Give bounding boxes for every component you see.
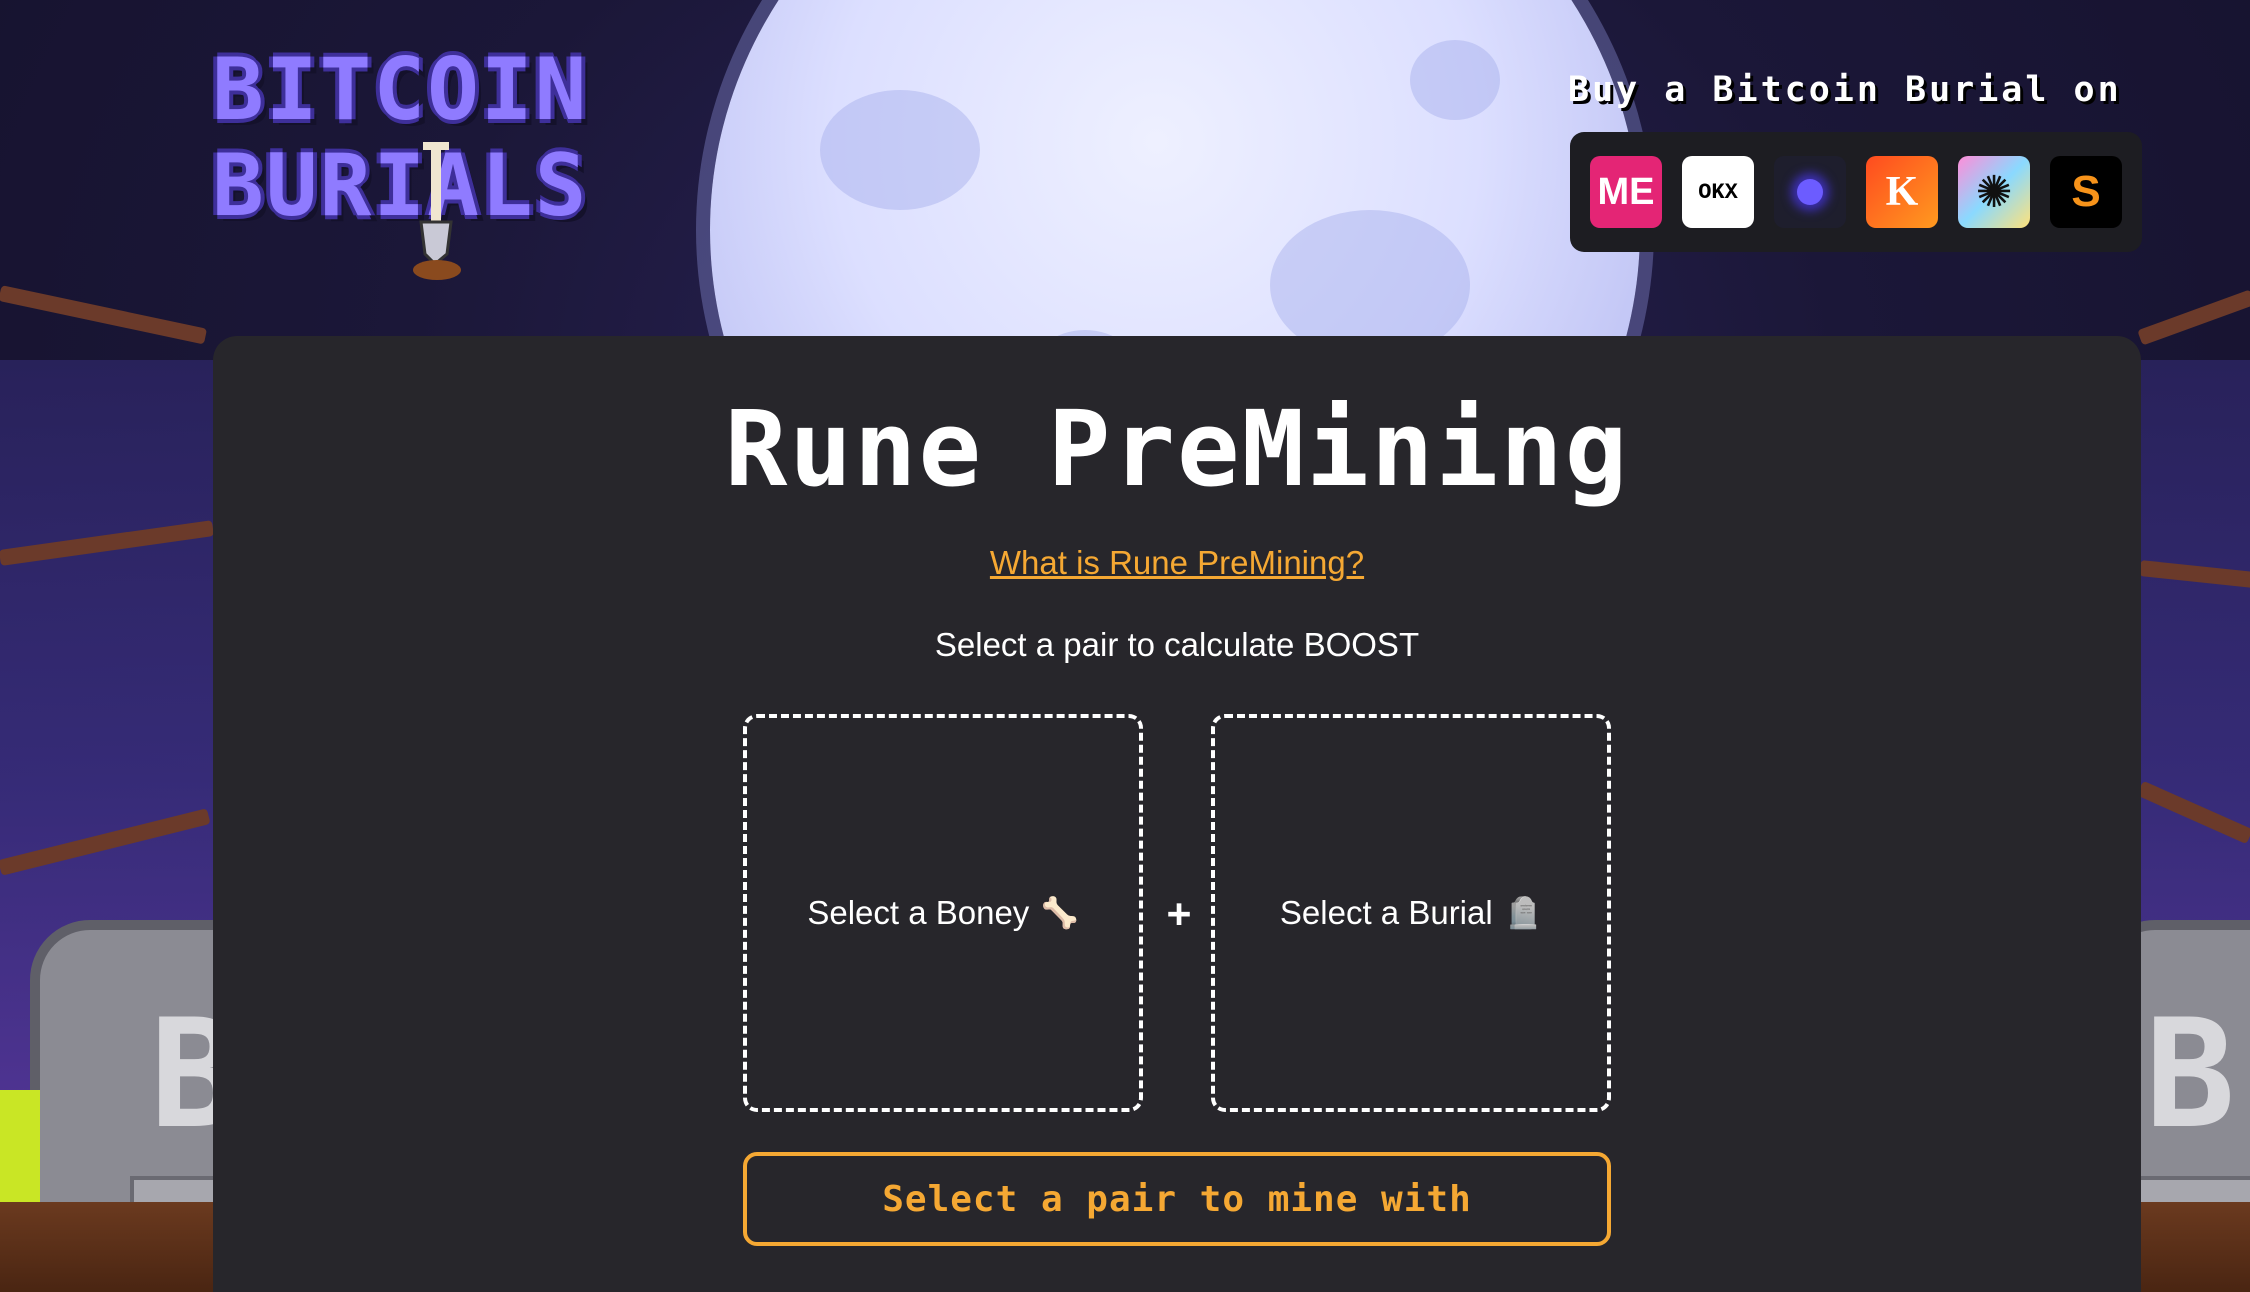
magisat-button[interactable]: ✺	[1958, 156, 2030, 228]
premining-panel: Rune PreMining What is Rune PreMining? S…	[213, 336, 2141, 1292]
okx-button[interactable]: OKX	[1682, 156, 1754, 228]
logo-line-1: BITCOIN	[212, 40, 589, 140]
what-is-premining-link[interactable]: What is Rune PreMining?	[213, 544, 2141, 582]
orb-icon	[1797, 179, 1823, 205]
magic-eden-button[interactable]: ME	[1590, 156, 1662, 228]
boost-instructions: Select a pair to calculate BOOST	[934, 626, 1420, 663]
ordinals-wallet-icon: K	[1885, 169, 1919, 215]
select-boney-slot[interactable]: Select a Boney 🦴	[743, 714, 1143, 1112]
mine-button[interactable]: Select a pair to mine with	[743, 1152, 1611, 1246]
shovel-icon	[413, 142, 461, 280]
select-burial-label: Select a Burial	[1279, 894, 1493, 931]
ordinals-wallet-button[interactable]: K	[1866, 156, 1938, 228]
marketplace-bar: ME OKX K ✺ S	[1570, 132, 2142, 252]
select-burial-slot[interactable]: Select a Burial 🪦	[1211, 714, 1611, 1112]
select-boney-label: Select a Boney	[807, 894, 1030, 931]
orb-marketplace-button[interactable]	[1774, 156, 1846, 228]
green-glow	[0, 1090, 40, 1220]
bitcoin-burials-logo[interactable]: BITCOIN BURIALS	[212, 40, 632, 280]
satflow-icon: S	[2071, 167, 2101, 216]
satflow-button[interactable]: S	[2050, 156, 2122, 228]
headstone-icon: 🪦	[1504, 896, 1543, 930]
plus-icon: +	[1166, 891, 1192, 937]
okx-icon: OKX	[1698, 179, 1738, 205]
bone-icon: 🦴	[1041, 896, 1079, 930]
buy-label: Buy a Bitcoin Burial on	[1568, 70, 2122, 110]
magisat-icon: ✺	[1975, 166, 2013, 218]
page-title: Rune PreMining	[724, 388, 1630, 510]
magic-eden-icon: ME	[1597, 170, 1655, 213]
